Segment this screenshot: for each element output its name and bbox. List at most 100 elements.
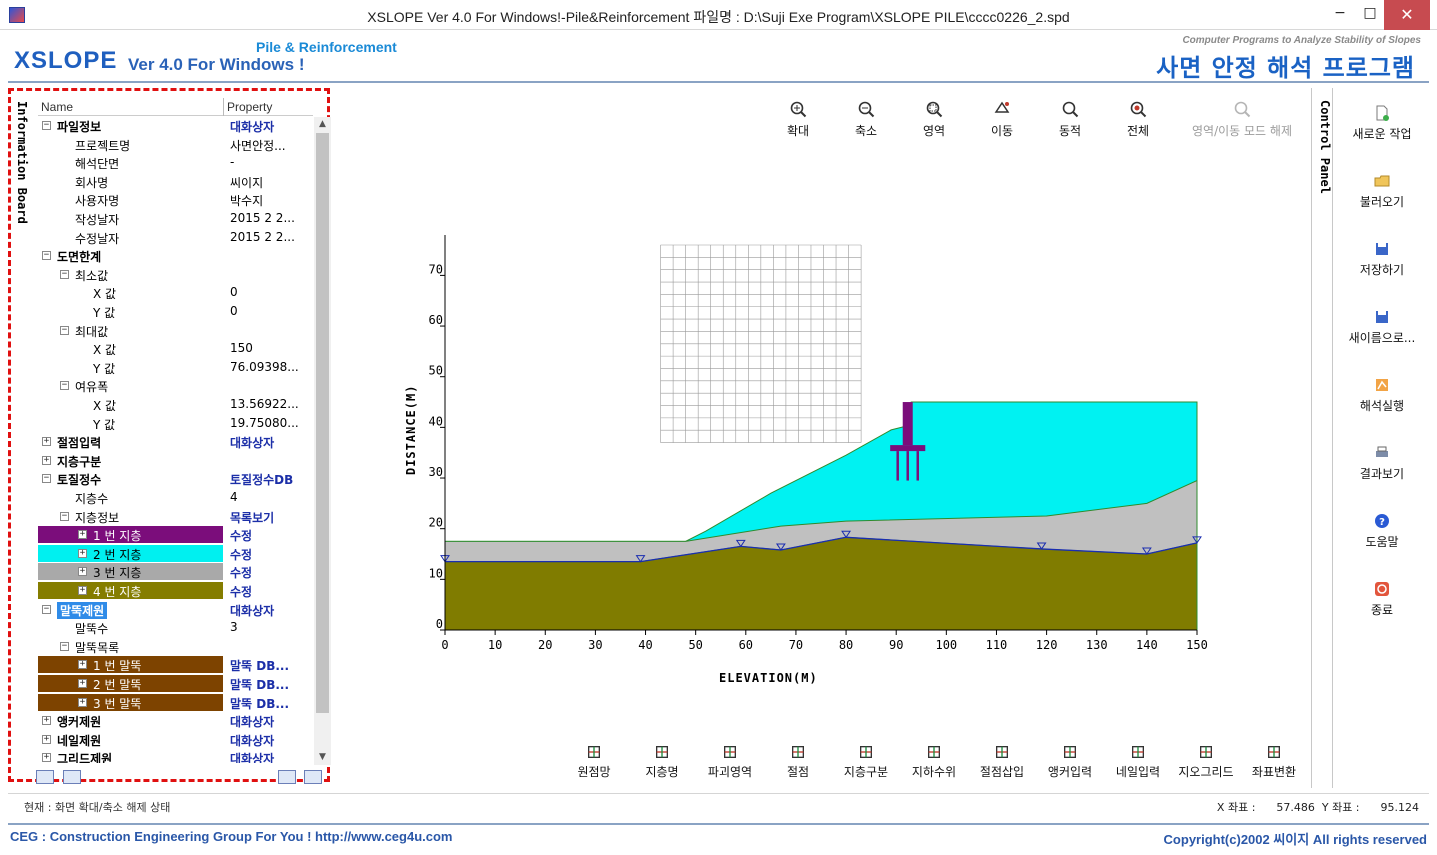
tree-row[interactable]: +1 번 말뚝 말뚝 DB...	[38, 656, 313, 674]
collapse-icon[interactable]: −	[42, 474, 51, 484]
tree-row[interactable]: +4 번 지층 수정	[38, 582, 313, 600]
tree-row-name[interactable]: 프로젝트명	[75, 137, 130, 154]
collapse-icon[interactable]: −	[42, 251, 51, 261]
tree-row-name[interactable]: 네일제원	[57, 732, 101, 749]
tree-row-property[interactable]: 수정	[230, 546, 252, 563]
tree-row[interactable]: − 최대값	[38, 322, 313, 340]
tree-row-name[interactable]: 3 번 지층	[93, 564, 141, 581]
toolbar-button-zoom-area[interactable]: 영역	[904, 100, 964, 139]
tree-row[interactable]: 작성날자 2015 2 2...	[38, 210, 313, 228]
draw-button-node-insert[interactable]: 절점삽입	[969, 744, 1035, 780]
tree-row-name[interactable]: 절점입력	[57, 434, 101, 451]
tree-row[interactable]: 지층수 4	[38, 489, 313, 507]
tree-row-name[interactable]: 말뚝제원	[57, 601, 108, 619]
expand-icon[interactable]: +	[42, 753, 51, 763]
tree-row[interactable]: + 절점입력 대화상자	[38, 433, 313, 451]
control-button-exit[interactable]: 종료	[1340, 580, 1424, 618]
tree-row[interactable]: − 최소값	[38, 266, 313, 284]
close-button[interactable]: ✕	[1384, 0, 1430, 30]
tree-row-name[interactable]: 앵커제원	[57, 713, 101, 730]
tree-row-property[interactable]: 대화상자	[230, 750, 274, 763]
slope-section-chart[interactable]: 0 10 20 30 40 50 60 70 80 90 100 110 120 130 140 150 0 10…	[395, 225, 1225, 695]
tree-row-name[interactable]: 최대값	[75, 323, 108, 340]
tree-row-property[interactable]: 수정	[230, 564, 252, 581]
tree-row[interactable]: + 앵커제원 대화상자	[38, 712, 313, 730]
tree-row-name[interactable]: Y 값	[93, 416, 115, 433]
expand-icon[interactable]: +	[78, 660, 87, 670]
control-button-save-as[interactable]: 새이름으로...	[1340, 308, 1424, 346]
collapse-icon[interactable]: −	[60, 511, 69, 521]
collapse-all-icon[interactable]	[63, 770, 81, 784]
tree-row[interactable]: − 도면한계	[38, 247, 313, 265]
tree-row[interactable]: − 지층정보 목록보기	[38, 508, 313, 526]
tree-row-property[interactable]: 목록보기	[230, 509, 274, 526]
tree-row[interactable]: Y 값 19.75080...	[38, 415, 313, 433]
tree-row-property[interactable]: 토질정수DB	[230, 471, 293, 488]
tree-row-name[interactable]: 여유폭	[75, 378, 108, 395]
collapse-icon[interactable]: −	[60, 325, 69, 335]
tree-row[interactable]: +2 번 말뚝 말뚝 DB...	[38, 675, 313, 693]
draw-button-coordinate-transform[interactable]: 좌표변환	[1241, 744, 1307, 780]
expand-icon[interactable]: +	[42, 455, 51, 465]
tree-row[interactable]: 수정날자 2015 2 2...	[38, 229, 313, 247]
collapse-icon[interactable]: −	[42, 121, 51, 130]
control-button-run-analysis[interactable]: 해석실행	[1340, 376, 1424, 414]
draw-button-nail-input[interactable]: 네일입력	[1105, 744, 1171, 780]
control-panel-tab[interactable]: Control Panel	[1314, 100, 1332, 194]
control-button-print-result[interactable]: 결과보기	[1340, 444, 1424, 482]
tree-row-name[interactable]: X 값	[93, 341, 116, 358]
maximize-button[interactable]: □	[1355, 0, 1385, 30]
control-button-save[interactable]: 저장하기	[1340, 240, 1424, 278]
minimize-button[interactable]: −	[1325, 0, 1355, 30]
toolbar-button-release-mode[interactable]: 영역/이동 모드 해제	[1184, 100, 1300, 139]
tree-row-name[interactable]: 사용자명	[75, 192, 119, 209]
tree-row[interactable]: − 파일정보 대화상자	[38, 117, 313, 135]
tree-row[interactable]: Y 값 76.09398...	[38, 359, 313, 377]
tree-row-property[interactable]: 수정	[230, 583, 252, 600]
control-button-open-folder[interactable]: 불러오기	[1340, 172, 1424, 210]
tree-row[interactable]: 프로젝트명 사면안정...	[38, 136, 313, 154]
tree-row[interactable]: +2 번 지층 수정	[38, 544, 313, 563]
expand-icon[interactable]: +	[42, 734, 51, 744]
tree-row-name[interactable]: 수정날자	[75, 230, 119, 247]
toolbar-button-pan[interactable]: 이동	[972, 100, 1032, 139]
list-view-icon[interactable]	[278, 770, 296, 784]
toolbar-button-zoom-all[interactable]: 전체	[1108, 100, 1168, 139]
tree-row-name[interactable]: 2 번 지층	[93, 546, 141, 563]
tree-row[interactable]: − 말뚝제원 대화상자	[38, 601, 313, 619]
draw-button-failure-zone[interactable]: 파괴영역	[697, 744, 763, 780]
collapse-icon[interactable]: −	[60, 381, 69, 391]
collapse-icon[interactable]: −	[42, 604, 51, 614]
tree-row[interactable]: Y 값 0	[38, 303, 313, 321]
tree-row[interactable]: +1 번 지층 수정	[38, 526, 313, 544]
collapse-icon[interactable]: −	[60, 269, 69, 279]
expand-all-icon[interactable]	[36, 770, 54, 784]
tree-row-property[interactable]: 말뚝 DB...	[230, 676, 289, 693]
toolbar-button-zoom-out[interactable]: 축소	[836, 100, 896, 139]
tree-row[interactable]: − 토질정수 토질정수DB	[38, 470, 313, 488]
tree-row-name[interactable]: 작성날자	[75, 211, 119, 228]
scroll-down-icon[interactable]: ▼	[314, 750, 331, 765]
draw-button-anchor-input[interactable]: 앵커입력	[1037, 744, 1103, 780]
draw-button-node[interactable]: 절점	[765, 744, 831, 780]
information-board-tab[interactable]: Information Board	[11, 101, 29, 224]
tree-row-property[interactable]: 수정	[230, 527, 252, 544]
tree-row[interactable]: − 말뚝목록	[38, 638, 313, 656]
draw-button-water-table[interactable]: 지하수위	[901, 744, 967, 780]
expand-icon[interactable]: +	[78, 679, 87, 688]
tree-row-name[interactable]: 회사명	[75, 174, 108, 191]
tree-row-name[interactable]: X 값	[93, 397, 116, 414]
tree-row-name[interactable]: Y 값	[93, 360, 115, 377]
tree-row[interactable]: + 그리드제원 대화상자	[38, 749, 313, 763]
draw-button-geogrid[interactable]: 지오그리드	[1173, 744, 1239, 780]
tree-row-name[interactable]: 지층구분	[57, 453, 101, 470]
toolbar-button-dynamic-zoom[interactable]: 동적	[1040, 100, 1100, 139]
column-name-header[interactable]: Name	[41, 100, 73, 114]
tree-row[interactable]: +3 번 지층 수정	[38, 563, 313, 581]
tree-row-name[interactable]: 1 번 지층	[93, 527, 141, 544]
tree-row-name[interactable]: 2 번 말뚝	[93, 676, 141, 693]
draw-button-layer-division[interactable]: 지층구분	[833, 744, 899, 780]
scroll-up-icon[interactable]: ▲	[314, 117, 331, 132]
tree-row-name[interactable]: Y 값	[93, 304, 115, 321]
tree-row[interactable]: X 값 150	[38, 340, 313, 358]
